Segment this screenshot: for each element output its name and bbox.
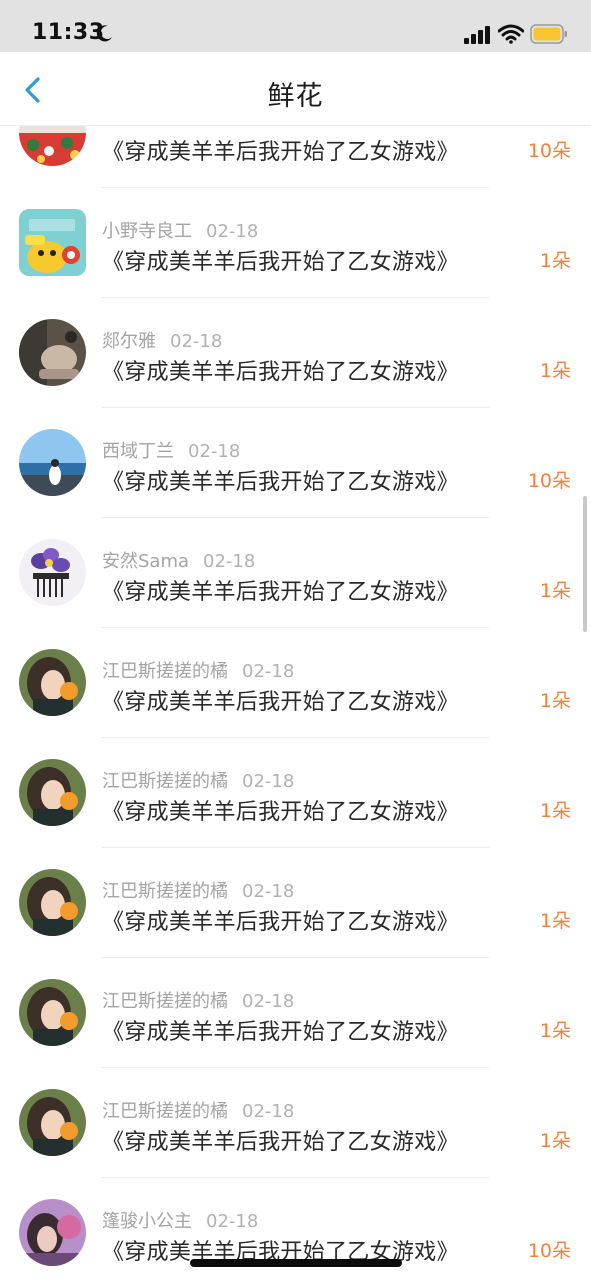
book-title: 《穿成美羊羊后我开始了乙女游戏》 — [102, 1020, 459, 1045]
user-meta: 江巴斯搓搓的橘 02-18 — [102, 987, 294, 1013]
list-item[interactable]: 郯尔雅 02-18 《穿成美羊羊后我开始了乙女游戏》 1朵 — [0, 298, 591, 408]
purple-flower-avatar[interactable] — [19, 539, 86, 606]
flower-amount: 1朵 — [539, 690, 571, 712]
home-indicator[interactable] — [190, 1259, 402, 1267]
flower-amount: 1朵 — [539, 1020, 571, 1042]
book-title: 《穿成美羊羊后我开始了乙女游戏》 — [102, 360, 459, 385]
gift-date: 02-18 — [206, 1211, 259, 1232]
hand-photo-avatar[interactable] — [19, 319, 86, 386]
status-time: 11:33 — [32, 20, 105, 45]
flower-amount: 1朵 — [539, 1130, 571, 1152]
user-name: 西域丁兰 — [102, 441, 174, 462]
user-meta: 江巴斯搓搓的橘 02-18 — [102, 767, 294, 793]
gift-date: 02-18 — [188, 441, 241, 462]
yellow-cartoon-avatar[interactable] — [19, 209, 86, 276]
gift-date: 02-18 — [242, 991, 295, 1012]
gift-date: 02-18 — [242, 881, 295, 902]
flower-amount: 10朵 — [527, 470, 571, 492]
list-item[interactable]: 西域丁兰 02-18 《穿成美羊羊后我开始了乙女游戏》 10朵 — [0, 408, 591, 518]
list-item[interactable]: 江巴斯搓搓的橘 02-18 《穿成美羊羊后我开始了乙女游戏》 1朵 — [0, 958, 591, 1068]
battery-icon — [530, 24, 567, 44]
gift-date: 02-18 — [242, 771, 295, 792]
book-title: 《穿成美羊羊后我开始了乙女游戏》 — [102, 1130, 459, 1155]
flower-amount: 1朵 — [539, 580, 571, 602]
status-bar: 11:33 — [0, 0, 591, 52]
user-name: 篷骏小公主 — [102, 1211, 192, 1232]
girl-orange-avatar[interactable] — [19, 759, 86, 826]
book-title: 《穿成美羊羊后我开始了乙女游戏》 — [102, 800, 459, 825]
purple-portrait-avatar[interactable] — [19, 1199, 86, 1266]
user-name: 安然Sama — [102, 551, 190, 572]
user-meta: 安然Sama 02-18 — [102, 547, 255, 573]
user-name: 江巴斯搓搓的橘 — [102, 991, 228, 1012]
girl-orange-avatar[interactable] — [19, 869, 86, 936]
flower-amount: 10朵 — [527, 1240, 571, 1262]
user-name: 江巴斯搓搓的橘 — [102, 881, 228, 902]
user-meta: 江巴斯搓搓的橘 02-18 — [102, 657, 294, 683]
book-title: 《穿成美羊羊后我开始了乙女游戏》 — [102, 470, 459, 495]
wifi-icon — [498, 24, 524, 44]
girl-orange-avatar[interactable] — [19, 649, 86, 716]
flower-amount: 1朵 — [539, 360, 571, 382]
book-title: 《穿成美羊羊后我开始了乙女游戏》 — [102, 580, 459, 605]
seaside-avatar[interactable] — [19, 429, 86, 496]
moon-icon — [96, 25, 112, 42]
signal-icon — [464, 26, 490, 44]
flower-amount: 1朵 — [539, 800, 571, 822]
gift-date: 02-18 — [170, 331, 223, 352]
user-meta: 江巴斯搓搓的橘 02-18 — [102, 1097, 294, 1123]
list-item[interactable]: 江巴斯搓搓的橘 02-18 《穿成美羊羊后我开始了乙女游戏》 1朵 — [0, 628, 591, 738]
flower-amount: 1朵 — [539, 250, 571, 272]
girl-orange-avatar[interactable] — [19, 979, 86, 1046]
book-title: 《穿成美羊羊后我开始了乙女游戏》 — [102, 690, 459, 715]
user-meta: 江巴斯搓搓的橘 02-18 — [102, 877, 294, 903]
flower-amount: 1朵 — [539, 910, 571, 932]
user-meta: 篷骏小公主 02-18 — [102, 1207, 258, 1233]
phone-screen: 《穿成美羊羊后我开始了乙女游戏》 10朵 小野寺良工 02-18 《穿成美羊羊后我… — [0, 0, 591, 1280]
user-meta: 郯尔雅 02-18 — [102, 327, 222, 353]
user-name: 小野寺良工 — [102, 221, 192, 242]
user-name: 郯尔雅 — [102, 331, 156, 352]
girl-orange-avatar[interactable] — [19, 1089, 86, 1156]
user-name: 江巴斯搓搓的橘 — [102, 1101, 228, 1122]
gift-date: 02-18 — [206, 221, 259, 242]
book-title: 《穿成美羊羊后我开始了乙女游戏》 — [102, 910, 459, 935]
flower-amount: 10朵 — [527, 140, 571, 162]
book-title: 《穿成美羊羊后我开始了乙女游戏》 — [102, 140, 459, 165]
book-title: 《穿成美羊羊后我开始了乙女游戏》 — [102, 250, 459, 275]
list-item[interactable]: 江巴斯搓搓的橘 02-18 《穿成美羊羊后我开始了乙女游戏》 1朵 — [0, 848, 591, 958]
list-item[interactable]: 江巴斯搓搓的橘 02-18 《穿成美羊羊后我开始了乙女游戏》 1朵 — [0, 1068, 591, 1178]
scrollbar[interactable] — [583, 496, 587, 632]
nav-bar: 鲜花 — [0, 52, 591, 126]
list-item[interactable]: 江巴斯搓搓的橘 02-18 《穿成美羊羊后我开始了乙女游戏》 1朵 — [0, 738, 591, 848]
list-item[interactable]: 安然Sama 02-18 《穿成美羊羊后我开始了乙女游戏》 1朵 — [0, 518, 591, 628]
list-item[interactable]: 小野寺良工 02-18 《穿成美羊羊后我开始了乙女游戏》 1朵 — [0, 188, 591, 298]
user-name: 江巴斯搓搓的橘 — [102, 771, 228, 792]
gift-date: 02-18 — [242, 1101, 295, 1122]
flower-gift-list[interactable]: 《穿成美羊羊后我开始了乙女游戏》 10朵 小野寺良工 02-18 《穿成美羊羊后我… — [0, 78, 591, 1280]
user-meta: 西域丁兰 02-18 — [102, 437, 240, 463]
user-name: 江巴斯搓搓的橘 — [102, 661, 228, 682]
user-meta: 小野寺良工 02-18 — [102, 217, 258, 243]
gift-date: 02-18 — [203, 551, 256, 572]
page-title: 鲜花 — [267, 81, 324, 112]
gift-date: 02-18 — [242, 661, 295, 682]
